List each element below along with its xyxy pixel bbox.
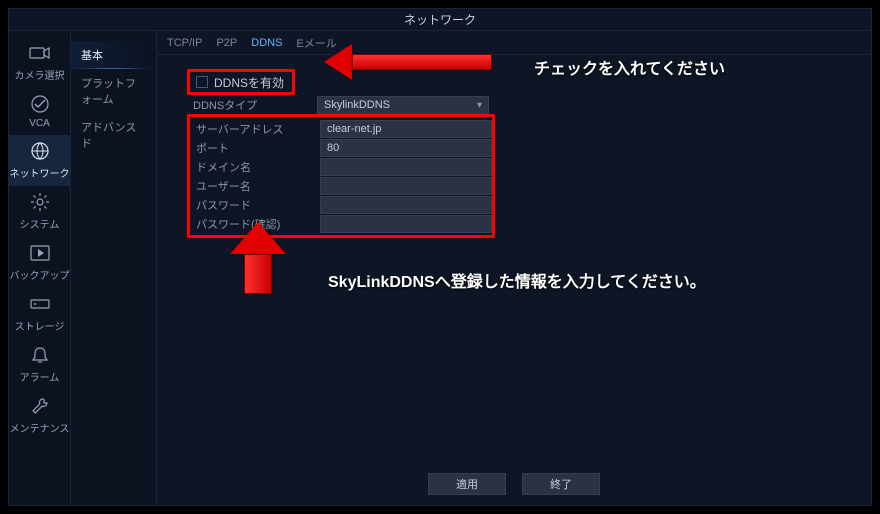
subnav-platform[interactable]: プラットフォーム [71,69,156,113]
button-bar: 適用 終了 [157,473,871,495]
nav-label: ネットワーク [9,165,71,180]
ddns-type-value: SkylinkDDNS [324,99,390,111]
subnav-basic[interactable]: 基本 [71,41,156,69]
nav-storage[interactable]: ストレージ [9,288,71,339]
bell-icon [28,345,52,365]
nav-network[interactable]: ネットワーク [9,135,71,186]
tab-p2p[interactable]: P2P [216,37,237,49]
annotation-arrow-up-head [230,222,286,254]
nav-label: メンテナンス [9,420,71,435]
field-port-label: ポート [190,140,320,156]
annotation-arrow-left-shaft [352,54,492,70]
tab-tcpip[interactable]: TCP/IP [167,37,202,49]
gear-icon [28,192,52,212]
nav-camera[interactable]: カメラ選択 [9,37,71,88]
field-user-label: ユーザー名 [190,178,320,194]
subnav-advanced[interactable]: アドバンスド [71,113,156,157]
wrench-icon [28,396,52,416]
annotation-arrow-left-head [324,44,352,80]
nav-label: ストレージ [9,318,71,333]
tab-ddns[interactable]: DDNS [251,37,282,49]
camera-icon [28,43,52,63]
left-nav: カメラ選択 VCA ネットワーク システム [9,31,71,505]
ddns-type-select[interactable]: SkylinkDDNS ▾ [317,96,489,114]
field-server-label: サーバーアドレス [190,121,320,137]
nav-label: VCA [9,118,71,129]
field-port-input[interactable] [320,139,492,157]
annotation-fields-text: SkyLinkDDNSへ登録した情報を入力してください。 [328,268,706,292]
ddns-enable-checkbox[interactable] [196,76,208,88]
ddns-enable-label: DDNSを有効 [214,74,284,91]
nav-vca[interactable]: VCA [9,88,71,135]
nav-system[interactable]: システム [9,186,71,237]
nav-label: バックアップ [9,267,71,282]
annotation-arrow-up-shaft [244,254,272,294]
ddns-type-label: DDNSタイプ [187,97,317,113]
ddns-form: DDNSを有効 DDNSタイプ SkylinkDDNS ▾ サーバーアドレス [187,69,495,238]
field-user-input[interactable] [320,177,492,195]
field-password2-input[interactable] [320,215,492,233]
exit-button[interactable]: 終了 [522,473,600,495]
field-domain-input[interactable] [320,158,492,176]
nav-label: システム [9,216,71,231]
field-server-input[interactable] [320,120,492,138]
sub-nav: 基本 プラットフォーム アドバンスド [71,31,157,505]
play-icon [28,243,52,263]
apply-button[interactable]: 適用 [428,473,506,495]
vca-icon [28,94,52,114]
hdd-icon [28,294,52,314]
nav-maintenance[interactable]: メンテナンス [9,390,71,441]
field-password-label: パスワード [190,197,320,213]
field-password-input[interactable] [320,196,492,214]
top-tabs: TCP/IP P2P DDNS Eメール [157,31,871,55]
nav-alarm[interactable]: アラーム [9,339,71,390]
field-domain-label: ドメイン名 [190,159,320,175]
nav-label: アラーム [9,369,71,384]
nav-label: カメラ選択 [9,67,71,82]
globe-icon [28,141,52,161]
chevron-down-icon: ▾ [477,100,482,111]
fields-highlight-box: サーバーアドレス ポート ドメイン名 ユーザー名 [187,114,495,238]
window-title: ネットワーク [9,9,871,31]
annotation-enable-text: チェックを入れてください [534,55,725,79]
nav-backup[interactable]: バックアップ [9,237,71,288]
enable-highlight-box: DDNSを有効 [187,69,295,95]
